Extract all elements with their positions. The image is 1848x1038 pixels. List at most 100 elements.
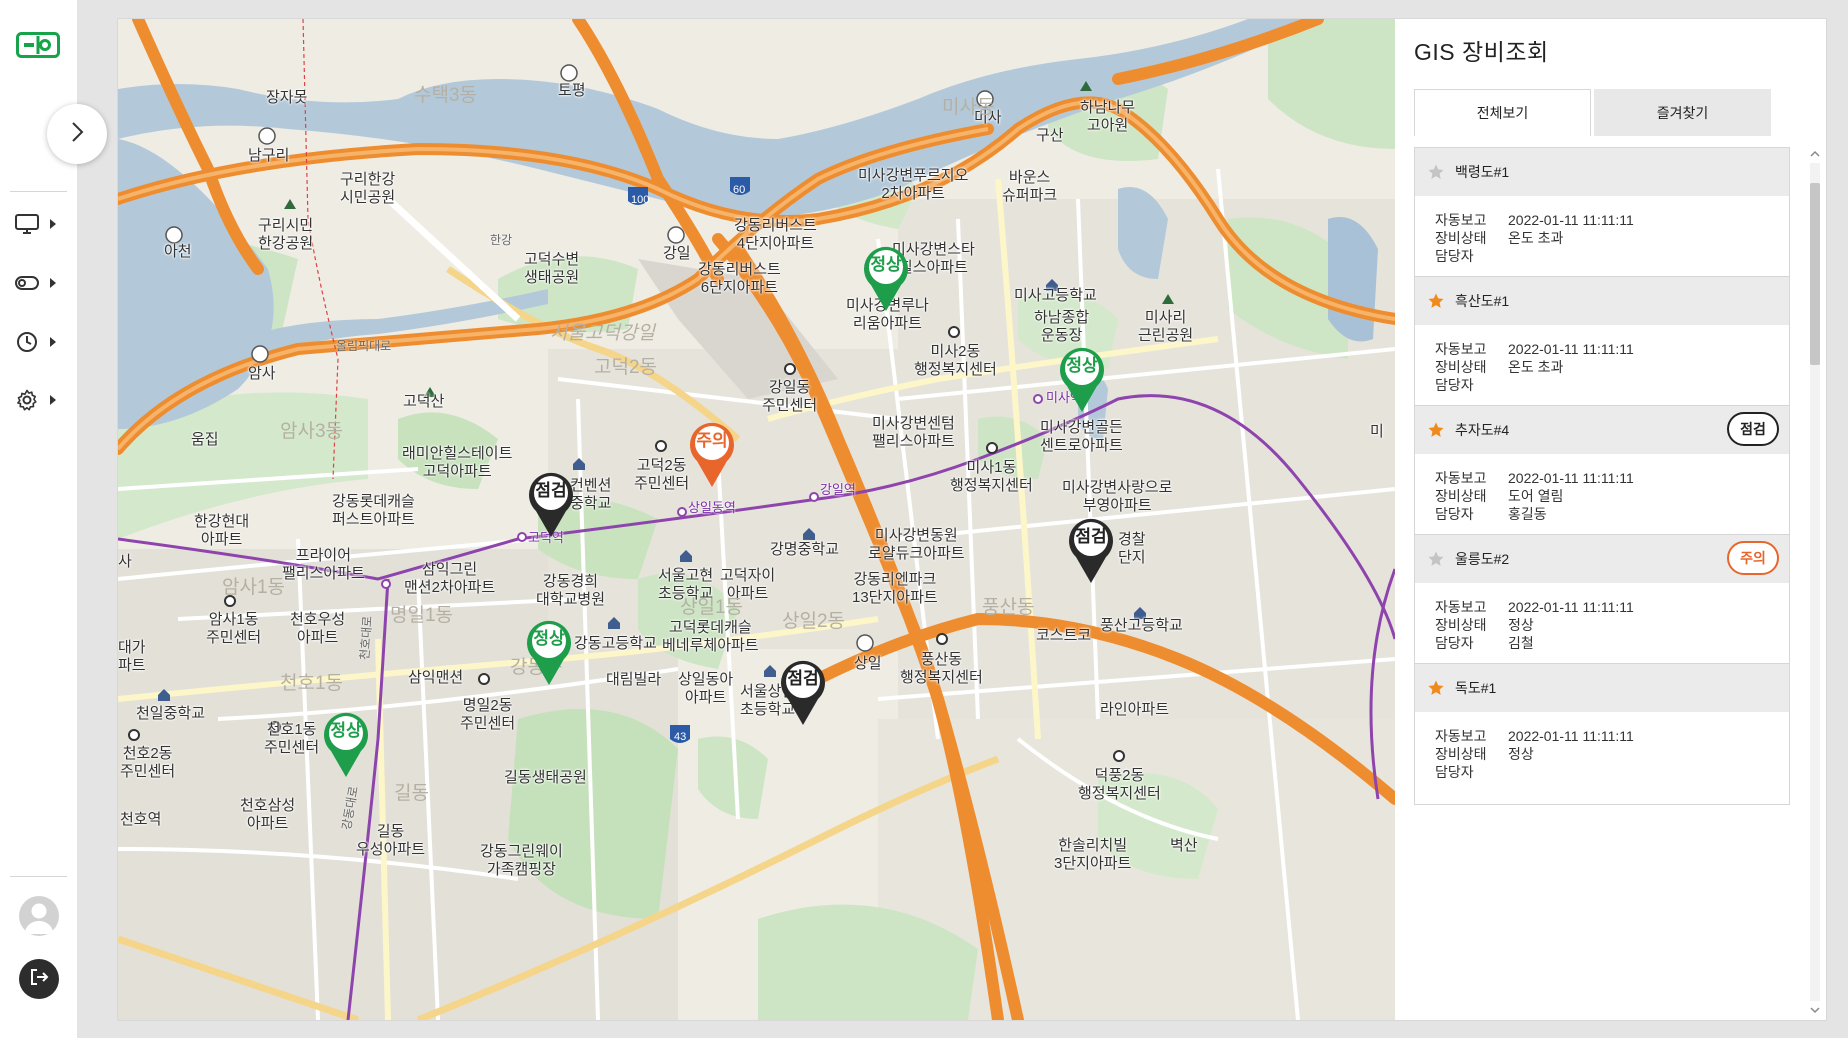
map-label: 상일1동 — [680, 597, 744, 618]
chevron-right-icon — [69, 121, 85, 148]
expand-nav-button[interactable] — [47, 104, 107, 164]
map-label: 강일 — [663, 245, 691, 262]
map-pin-inspect[interactable]: 점검 — [778, 657, 828, 727]
pin-label: 정상 — [330, 721, 362, 740]
map-pin-inspect[interactable]: 점검 — [526, 469, 576, 539]
device-card[interactable]: 백령도#1 자동보고 2022-01-11 11:11:11 장비상태 온도 초과 … — [1414, 147, 1790, 289]
map-label: 강동리버스트 4단지아파트 — [734, 217, 817, 252]
map-label: 길동생태공원 — [504, 769, 587, 786]
app-logo-icon[interactable] — [16, 32, 60, 58]
pin-label: 정상 — [533, 629, 565, 648]
device-card-header: 백령도#1 — [1415, 148, 1789, 196]
map-label: 경찰 단지 — [1118, 531, 1146, 566]
monitor-icon — [12, 209, 42, 239]
map-label: 장자못 — [266, 89, 308, 106]
tab-all[interactable]: 전체보기 — [1414, 89, 1591, 136]
map-label: 한강 — [490, 233, 513, 247]
map-label: 미사강변동원 로얄듀크아파트 — [868, 527, 965, 562]
map-label: 아천 — [164, 243, 192, 260]
caret-right-icon — [50, 395, 56, 405]
user-avatar[interactable] — [19, 896, 59, 936]
field-label: 담당자 — [1435, 635, 1474, 651]
logout-button[interactable] — [19, 959, 59, 999]
device-card-header: 흑산도#1 — [1415, 277, 1789, 325]
field-label: 담당자 — [1435, 506, 1474, 522]
map-pin-normal[interactable]: 정상 — [524, 617, 574, 687]
route-number: 43 — [674, 731, 687, 743]
scroll-track[interactable] — [1810, 163, 1820, 1001]
map-label: 한강현대 아파트 — [194, 513, 250, 548]
field-label: 장비상태 — [1435, 488, 1487, 504]
tab-favorites[interactable]: 즐겨찾기 — [1594, 89, 1771, 136]
map-label: 강동고등학교 — [574, 635, 657, 652]
map-label: 강일동 주민센터 — [762, 379, 818, 414]
pin-label: 정상 — [1066, 356, 1098, 375]
map-label: 움집 — [191, 431, 219, 448]
report-time: 2022-01-11 11:11:11 — [1508, 470, 1634, 486]
map-pin-caution[interactable]: 주의 — [687, 419, 737, 489]
map-label: 상일동역 — [688, 500, 736, 515]
map-label: 강동경희 대학교병원 — [536, 573, 606, 608]
map-label: 미사강변푸르지오 2차아파트 — [858, 167, 969, 202]
device-name: 추자도#4 — [1455, 422, 1510, 438]
star-icon[interactable] — [1427, 163, 1445, 181]
map-label: 풍산고등학교 — [1100, 617, 1183, 634]
map-label: 암사1동 — [222, 577, 286, 598]
clock-icon — [12, 327, 42, 357]
field-label: 자동보고 — [1435, 212, 1487, 228]
panel-scrollbar[interactable] — [1808, 149, 1822, 1019]
nav-item-device[interactable] — [12, 263, 70, 303]
map-label: 라인아파트 — [1100, 701, 1170, 718]
device-card-header: 울릉도#2 주의 — [1415, 535, 1789, 583]
scroll-thumb[interactable] — [1810, 183, 1820, 365]
star-icon[interactable] — [1427, 550, 1445, 568]
device-card-header: 추자도#4 점검 — [1415, 406, 1789, 454]
gis-map[interactable]: 장자못 수택3동 토평 남구리 구리한강 시민공원 구리시민 한강공원 아천 암… — [118, 19, 1395, 1020]
device-info: 자동보고 2022-01-11 11:11:11 장비상태 도어 열림 담당자 홍길동 — [1435, 469, 1634, 523]
nav-item-monitor[interactable] — [12, 204, 70, 244]
map-label: 사 — [118, 553, 132, 570]
map-label: 토평 — [558, 82, 586, 99]
device-status: 정상 — [1508, 746, 1534, 762]
map-label: 미사강변센텀 팰리스아파트 — [872, 415, 955, 450]
field-label: 담당자 — [1435, 377, 1474, 393]
caret-right-icon — [50, 219, 56, 229]
map-label: 바운스 슈퍼파크 — [1002, 169, 1058, 204]
map-label: 수택3동 — [414, 85, 478, 106]
map-label: 강명중학교 — [770, 541, 840, 558]
map-pin-inspect[interactable]: 점검 — [1066, 515, 1116, 585]
nav-item-history[interactable] — [12, 322, 70, 362]
device-card-header: 독도#1 — [1415, 664, 1789, 712]
field-label: 자동보고 — [1435, 470, 1487, 486]
device-status: 도어 열림 — [1508, 488, 1564, 504]
device-card[interactable]: 흑산도#1 자동보고 2022-01-11 11:11:11 장비상태 온도 초과 … — [1414, 276, 1790, 418]
star-icon[interactable] — [1427, 679, 1445, 697]
map-label: 천호1동 주민센터 — [264, 721, 320, 756]
field-label: 장비상태 — [1435, 359, 1487, 375]
map-label: 하남나무 고아원 — [1080, 99, 1136, 134]
logout-icon — [28, 966, 50, 993]
scroll-down-icon[interactable] — [1810, 1005, 1820, 1015]
map-pin-normal[interactable]: 정상 — [321, 709, 371, 779]
device-card[interactable]: 울릉도#2 주의 자동보고 2022-01-11 11:11:11 장비상태 정상 … — [1414, 534, 1790, 676]
page-title: GIS 장비조회 — [1414, 39, 1549, 65]
device-card[interactable]: 독도#1 자동보고 2022-01-11 11:11:11 장비상태 정상 담당자 — [1414, 663, 1790, 805]
star-icon[interactable] — [1427, 292, 1445, 310]
device-status: 정상 — [1508, 617, 1534, 633]
map-label: 미사1동 행정복지센터 — [950, 459, 1033, 494]
map-pin-normal[interactable]: 정상 — [861, 243, 911, 313]
nav-item-settings[interactable] — [12, 380, 70, 420]
field-label: 장비상태 — [1435, 746, 1487, 762]
device-card[interactable]: 추자도#4 점검 자동보고 2022-01-11 11:11:11 장비상태 도어 … — [1414, 405, 1790, 547]
map-label: 코스트코 — [1036, 627, 1092, 644]
status-badge: 주의 — [1727, 541, 1779, 575]
map-label: 길동 — [394, 783, 429, 804]
star-icon[interactable] — [1427, 421, 1445, 439]
caret-right-icon — [50, 278, 56, 288]
map-pin-normal[interactable]: 정상 — [1057, 344, 1107, 414]
field-label: 담당자 — [1435, 764, 1474, 780]
scroll-up-icon[interactable] — [1810, 149, 1820, 159]
map-label: 암사 — [248, 365, 276, 382]
map-label: 구리시민 한강공원 — [258, 217, 314, 252]
map-label: 고덕산 — [403, 393, 445, 410]
